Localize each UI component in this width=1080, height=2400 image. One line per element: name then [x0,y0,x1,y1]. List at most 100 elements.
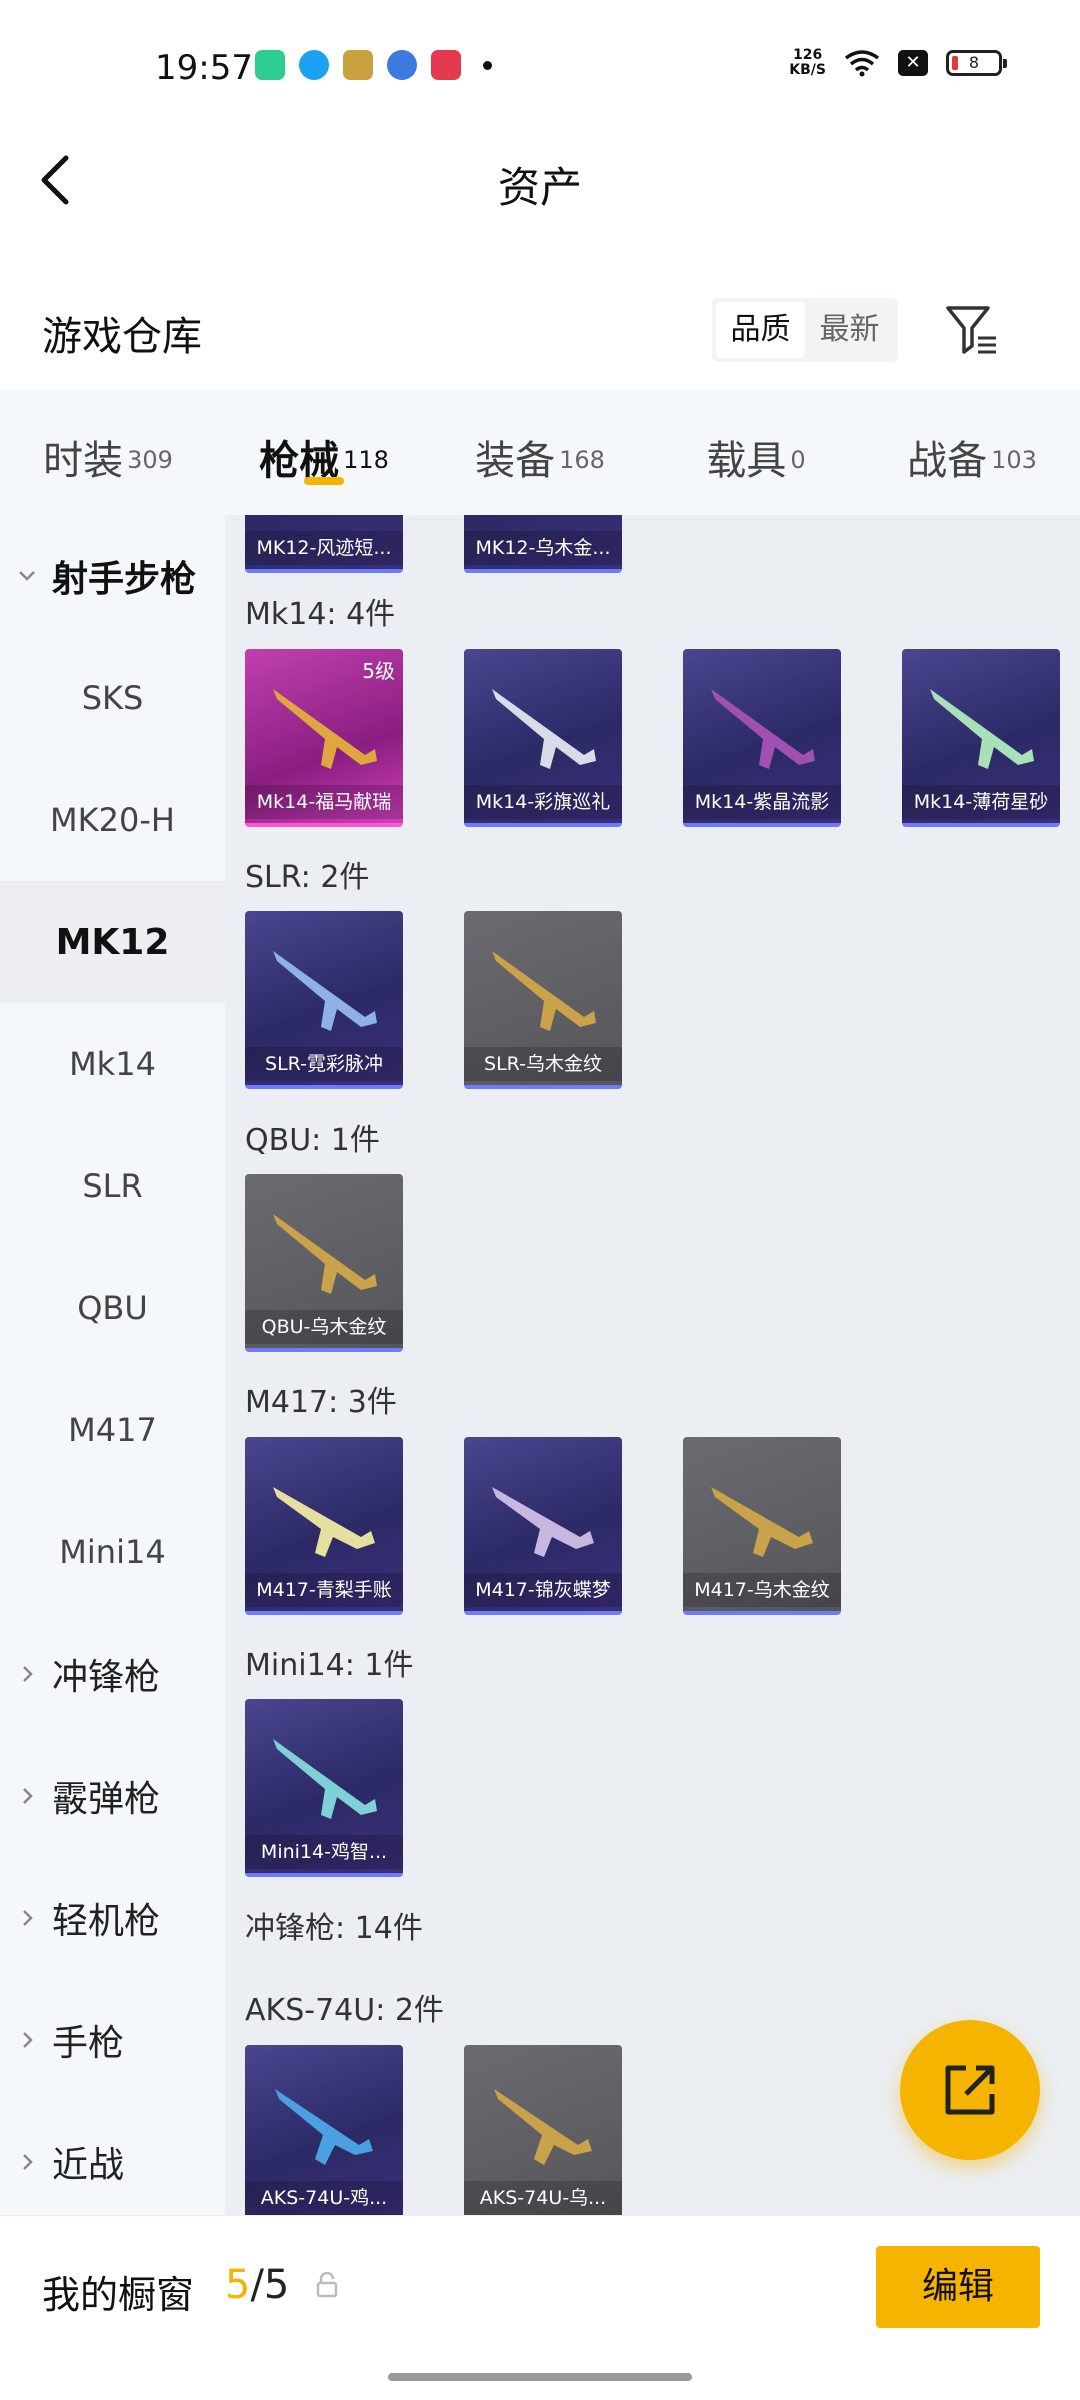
sidebar: 射手步枪 SKS MK20-H MK12 Mk14 SLR QBU M417 M… [0,515,225,2215]
card-label: AKS-74U-乌... [464,2181,622,2215]
card-label: AKS-74U-鸡... [245,2181,403,2215]
card-label: M417-锦灰蝶梦 [464,1573,622,1607]
rifle-icon [273,689,377,769]
tab-label: 时装 [43,438,124,484]
sidebar-group-lmg[interactable]: 轻机枪 [0,1857,225,1979]
weapon-grid: MK12-风迹短... MK12-乌木金... Mk14: 4件 5级 Mk14… [225,515,1080,2215]
tab-count: 118 [343,445,389,474]
tab-count: 103 [991,445,1037,474]
filter-icon[interactable] [944,302,1000,358]
sidebar-group-marksman[interactable]: 射手步枪 [0,515,225,637]
qq-icon [299,50,329,80]
tab-supplies[interactable]: 战备 103 [864,390,1080,515]
group-label-aks74u: AKS-74U: 2件 [245,1993,444,2028]
weapon-card[interactable]: SLR-霓彩脉冲 [245,911,403,1089]
sidebar-group-label: 霰弹枪 [52,1779,161,1820]
group-label-qbu: QBU: 1件 [245,1123,380,1158]
showcase-current: 5 [225,2262,251,2308]
weapon-card[interactable]: AKS-74U-乌... [464,2045,622,2215]
sidebar-item-mk12[interactable]: MK12 [0,881,225,1003]
weapon-card[interactable]: M417-青梨手账 [245,1437,403,1615]
category-label-smg: 冲锋枪: 14件 [245,1911,423,1946]
tab-equipment[interactable]: 装备 168 [432,390,648,515]
card-label: SLR-霓彩脉冲 [245,1047,403,1081]
app-icon-blue [387,50,417,80]
tab-fashion[interactable]: 时装 309 [0,390,216,515]
sidebar-group-label: 冲锋枪 [52,1657,161,1698]
rifle-icon [711,689,815,769]
card-label: Mk14-薄荷星砂 [902,785,1060,819]
close-box-icon: ✕ [898,50,928,76]
rifle-icon [492,689,596,769]
sidebar-group-label: 近战 [52,2145,125,2186]
share-icon [945,2065,995,2115]
section-header: 游戏仓库 品质 最新 [0,290,1080,390]
sidebar-item-sks[interactable]: SKS [0,637,225,759]
weapon-card[interactable]: AKS-74U-鸡... [245,2045,403,2215]
card-label: M417-青梨手账 [245,1573,403,1607]
sidebar-item-mk20h[interactable]: MK20-H [0,759,225,881]
card-label: QBU-乌木金纹 [245,1310,403,1344]
weapon-card[interactable]: Mk14-薄荷星砂 [902,649,1060,827]
wifi-icon [844,50,880,77]
rifle-icon [492,951,596,1031]
status-time: 19:57 [155,48,253,88]
video-app-icon [431,50,461,80]
sidebar-group-pistol[interactable]: 手枪 [0,1979,225,2101]
sidebar-group-label: 轻机枪 [52,1901,161,1942]
chevron-down-icon [19,571,35,581]
tab-count: 168 [559,445,605,474]
sidebar-group-label: 射手步枪 [52,559,197,600]
home-indicator[interactable] [388,2373,692,2381]
group-label-mk14: Mk14: 4件 [245,597,396,632]
tab-label: 战备 [907,438,988,484]
card-label: M417-乌木金纹 [683,1573,841,1607]
lock-icon[interactable] [316,2272,338,2298]
sidebar-item-mk14[interactable]: Mk14 [0,1003,225,1125]
category-tabs: 时装 309 枪械 118 装备 168 载具 0 战备 103 [0,390,1080,515]
weapon-card[interactable]: Mk14-紫晶流影 [683,649,841,827]
chevron-right-icon [23,1666,33,1682]
weapon-card[interactable]: MK12-乌木金... [464,515,622,573]
battery-level: 8 [968,53,980,72]
chevron-right-icon [23,2154,33,2170]
card-label: Mk14-彩旗巡礼 [464,785,622,819]
sidebar-group-shotgun[interactable]: 霰弹枪 [0,1735,225,1857]
card-label: Mini14-鸡智... [245,1835,403,1869]
card-label: SLR-乌木金纹 [464,1047,622,1081]
sort-option-quality[interactable]: 品质 [716,302,805,358]
weapon-card[interactable]: M417-锦灰蝶梦 [464,1437,622,1615]
sidebar-item-mini14[interactable]: Mini14 [0,1491,225,1613]
chevron-right-icon [23,1910,33,1926]
header: 资产 [0,130,1080,250]
edit-button[interactable]: 编辑 [876,2246,1040,2328]
sidebar-item-slr[interactable]: SLR [0,1125,225,1247]
sidebar-item-m417[interactable]: M417 [0,1369,225,1491]
sidebar-group-melee[interactable]: 近战 [0,2101,225,2223]
tab-weapons[interactable]: 枪械 118 [216,390,432,515]
weapon-card[interactable]: SLR-乌木金纹 [464,911,622,1089]
rifle-icon [273,951,377,1031]
sidebar-item-qbu[interactable]: QBU [0,1247,225,1369]
app-icon-green [255,50,285,80]
app-icon-game [343,50,373,80]
status-indicators: 126 KB/S ✕ 8 [789,48,1007,78]
weapon-card[interactable]: 5级 Mk14-福马献瑞 [245,649,403,827]
status-bar: 19:57 126 KB/S ✕ 8 [0,0,1080,130]
speed-value: 126 [793,47,823,63]
weapon-card[interactable]: MK12-风迹短... [245,515,403,573]
weapon-card[interactable]: Mini14-鸡智... [245,1699,403,1877]
weapon-card[interactable]: Mk14-彩旗巡礼 [464,649,622,827]
rifle-icon [492,1487,594,1557]
page-title: 资产 [497,163,582,212]
chevron-right-icon [23,1788,33,1804]
sort-option-latest[interactable]: 最新 [805,302,894,358]
share-floating-button[interactable] [900,2020,1040,2160]
weapon-card[interactable]: M417-乌木金纹 [683,1437,841,1615]
sidebar-group-smg[interactable]: 冲锋枪 [0,1613,225,1735]
weapon-card[interactable]: QBU-乌木金纹 [245,1174,403,1352]
tab-vehicles[interactable]: 载具 0 [648,390,864,515]
network-speed: 126 KB/S [789,48,826,78]
level-badge: 5级 [362,659,395,683]
showcase-label: 我的橱窗 [42,2273,195,2317]
